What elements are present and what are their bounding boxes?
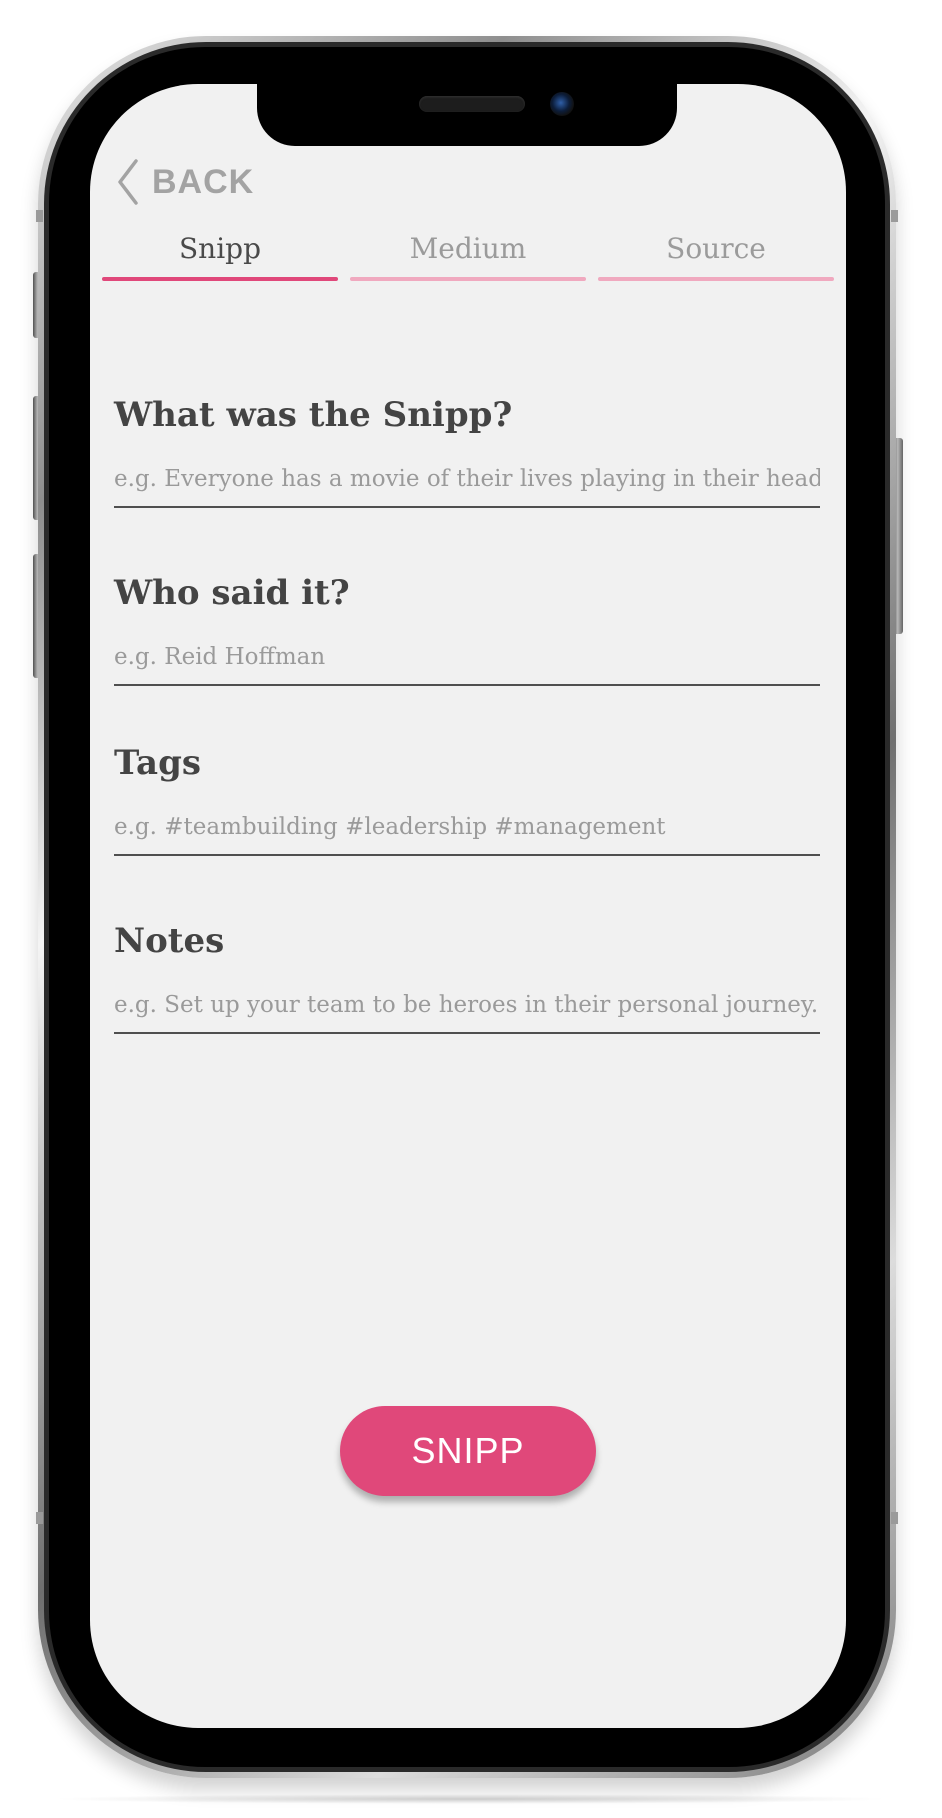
- device-shadow: [50, 1794, 892, 1804]
- snipp-input[interactable]: [114, 464, 820, 508]
- snipp-field-label: What was the Snipp?: [114, 395, 513, 435]
- tab-medium[interactable]: Medium: [350, 224, 586, 281]
- notes-input[interactable]: [114, 990, 820, 1034]
- antenna-line: [36, 210, 43, 222]
- app-screen: BACK Snipp Medium Source What was the Sn…: [90, 84, 846, 1728]
- antenna-line: [36, 1512, 43, 1524]
- tab-indicator: [598, 277, 834, 281]
- tags-field-label: Tags: [114, 743, 201, 783]
- snipp-field-group: What was the Snipp?: [114, 392, 820, 508]
- notes-field-label: Notes: [114, 921, 225, 961]
- tab-label: Snipp: [178, 232, 262, 265]
- snipp-submit-button[interactable]: SNIPP: [340, 1406, 596, 1496]
- tags-field-group: Tags: [114, 740, 820, 856]
- antenna-line: [891, 210, 898, 222]
- back-button[interactable]: BACK: [116, 158, 254, 206]
- tab-snipp[interactable]: Snipp: [102, 224, 338, 281]
- notes-field-group: Notes: [114, 918, 820, 1034]
- speaker-grille: [419, 96, 525, 112]
- chevron-left-icon: [118, 159, 138, 205]
- notch: [257, 84, 677, 146]
- tab-bar: Snipp Medium Source: [102, 224, 834, 281]
- tags-input[interactable]: [114, 812, 820, 856]
- author-field-label: Who said it?: [114, 573, 350, 613]
- author-field-group: Who said it?: [114, 570, 820, 686]
- back-label: BACK: [152, 162, 255, 201]
- tab-label: Medium: [409, 232, 527, 265]
- tab-source[interactable]: Source: [598, 224, 834, 281]
- author-input[interactable]: [114, 642, 820, 686]
- antenna-line: [891, 1512, 898, 1524]
- front-camera: [550, 92, 574, 116]
- tab-indicator: [102, 277, 338, 281]
- phone-frame: BACK Snipp Medium Source What was the Sn…: [36, 36, 898, 1778]
- tab-indicator: [350, 277, 586, 281]
- tab-label: Source: [666, 232, 766, 265]
- device-mockup: BACK Snipp Medium Source What was the Sn…: [0, 0, 942, 1818]
